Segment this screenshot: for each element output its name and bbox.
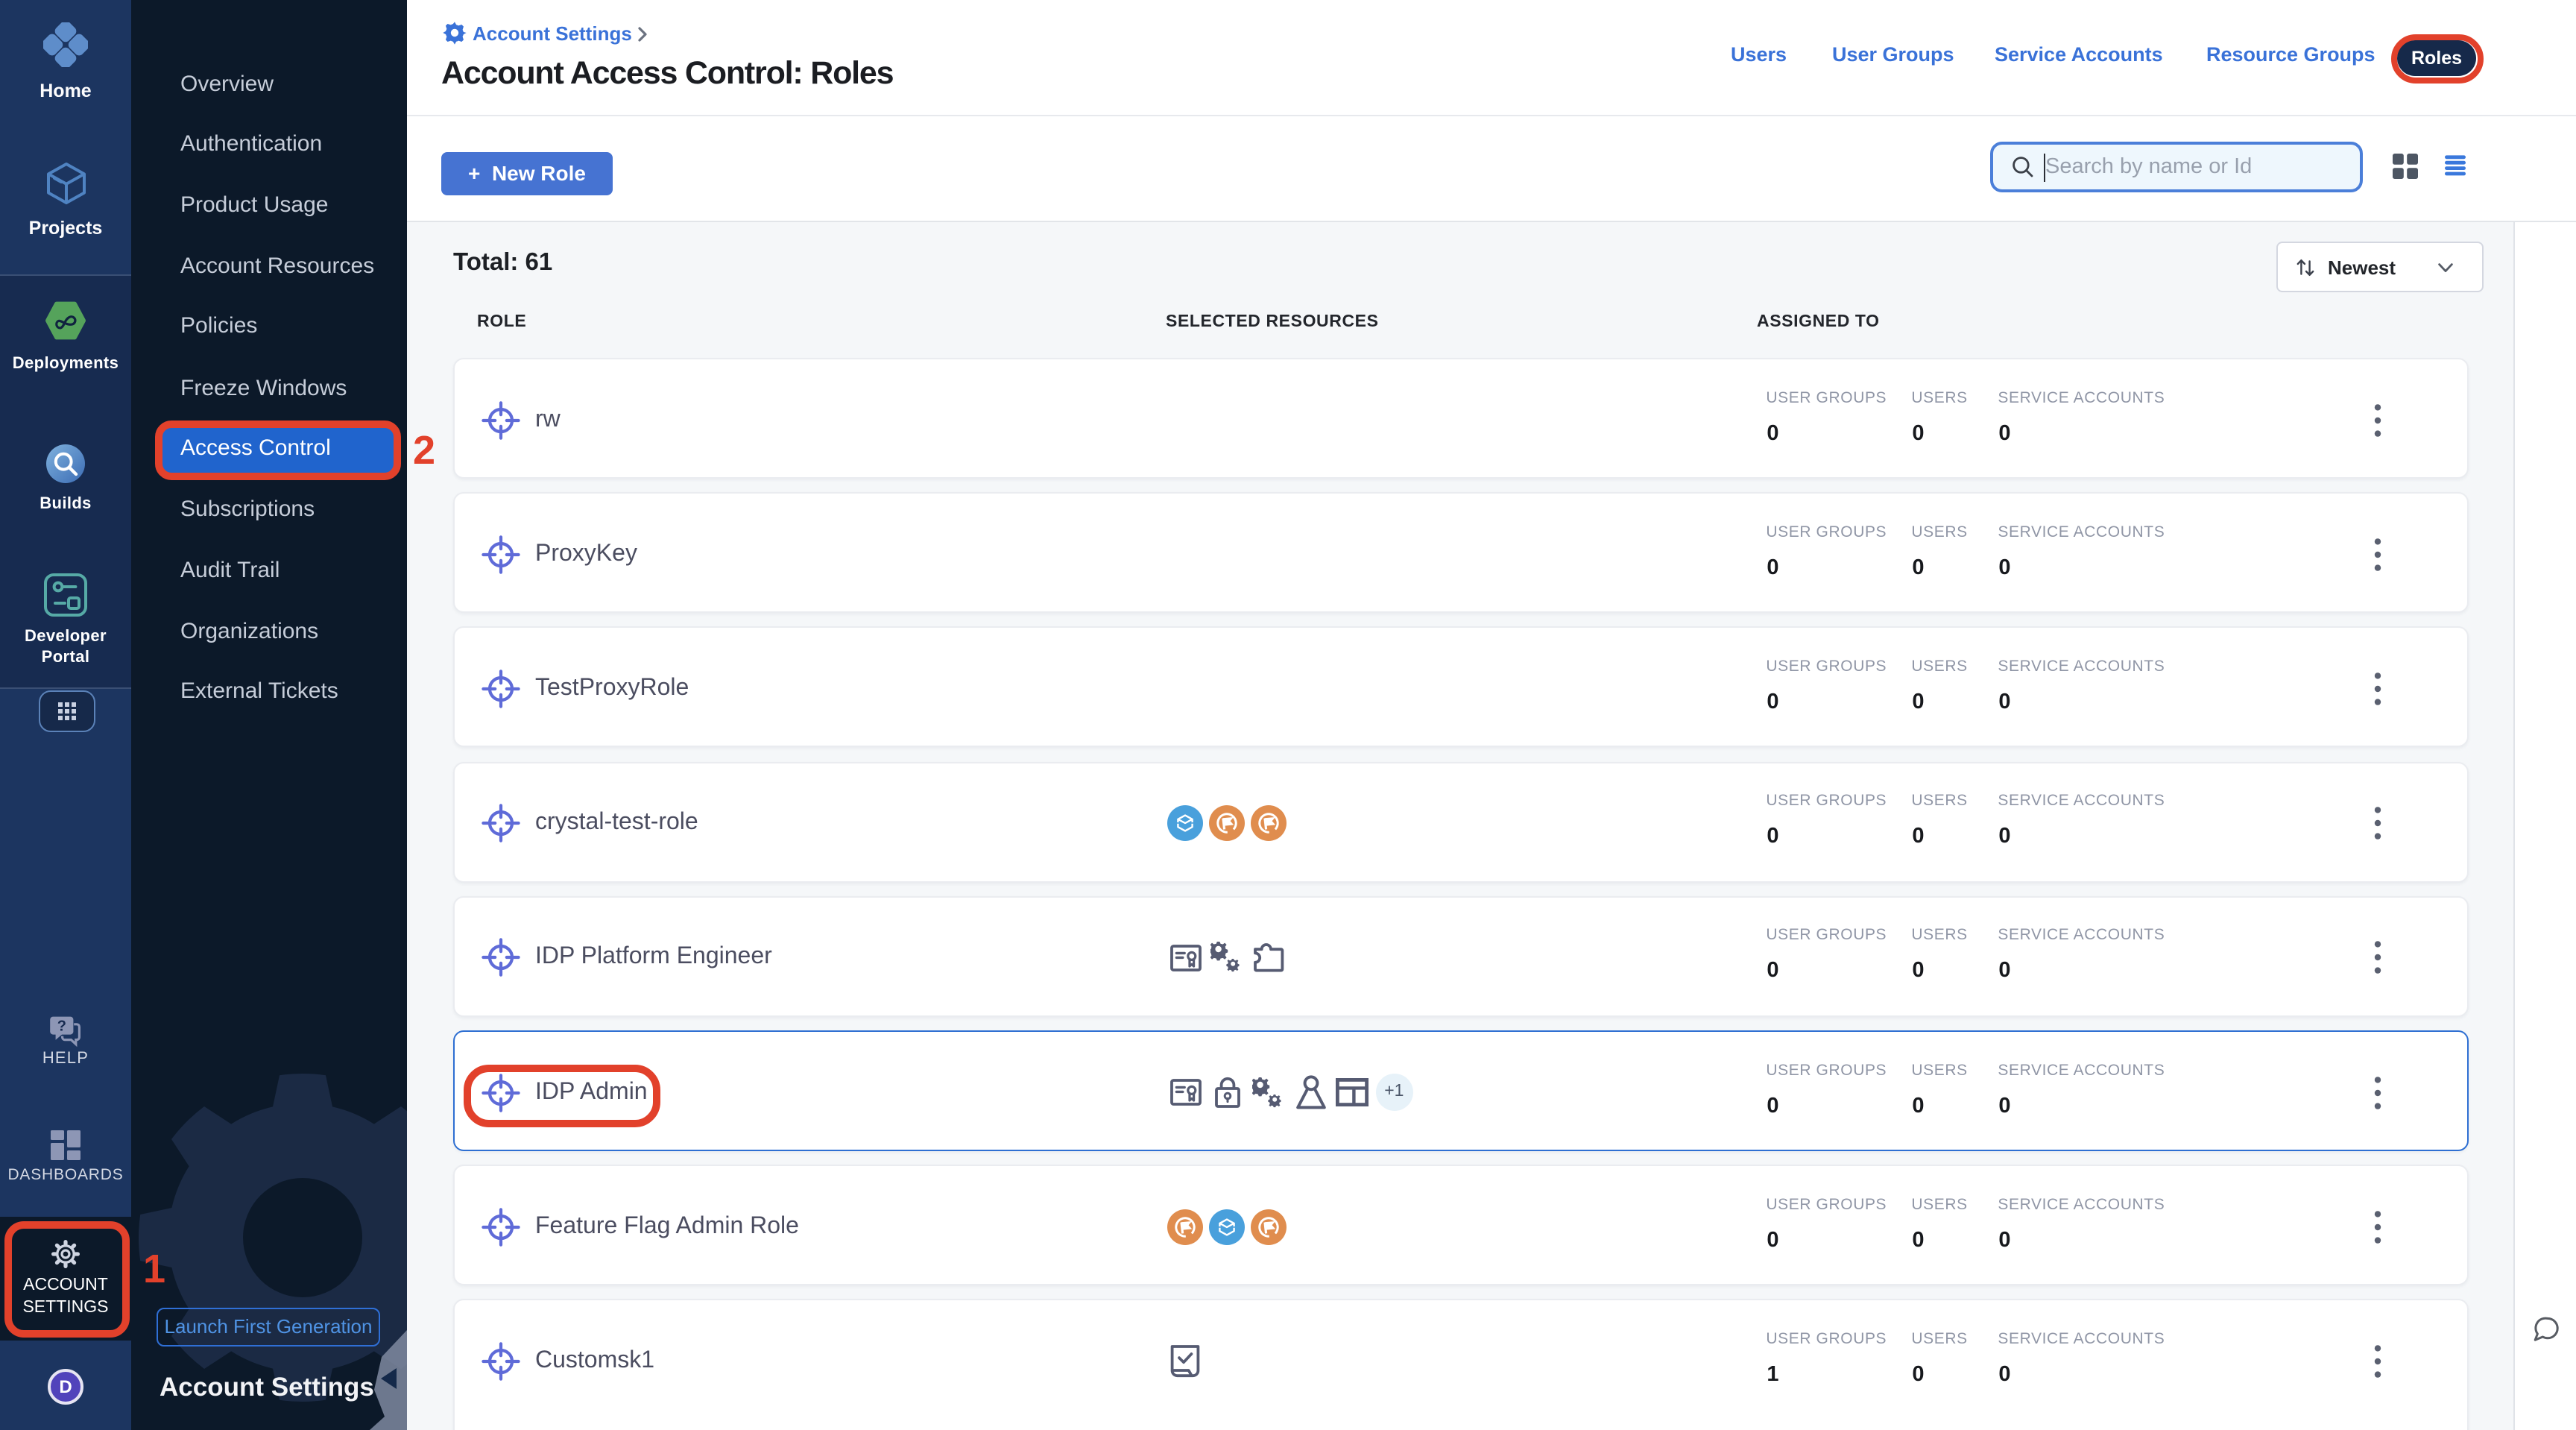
svg-text:?: ? — [57, 1018, 66, 1035]
